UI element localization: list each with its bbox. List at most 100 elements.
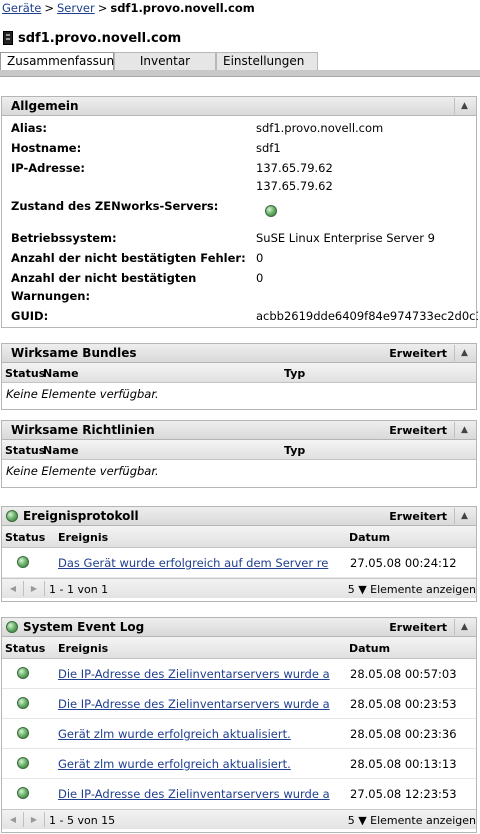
collapse-icon[interactable]: ▲︎ — [454, 508, 474, 524]
event-link[interactable]: Gerät zlm wurde erfolgreich aktualisiert… — [58, 727, 334, 741]
event-date: 28.05.08 00:23:36 — [350, 727, 457, 741]
collapse-icon[interactable]: ▲︎ — [454, 98, 474, 114]
guid-label: GUID: — [11, 309, 49, 323]
ip-value-2: 137.65.79.62 — [256, 179, 333, 193]
event-date: 27.05.08 00:24:12 — [350, 556, 457, 570]
event-link[interactable]: Die IP-Adresse des Zielinventarservers w… — [58, 667, 334, 681]
alias-label: Alias: — [11, 121, 47, 135]
breadcrumb: Geräte > Server > sdf1.provo.novell.com — [2, 1, 255, 15]
event-link[interactable]: Das Gerät wurde erfolgreich auf dem Serv… — [58, 556, 334, 570]
collapse-icon[interactable]: ▲︎ — [454, 619, 474, 635]
previous-page-icon[interactable]: ◀︎ — [7, 582, 19, 595]
erweitert-link[interactable]: Erweitert — [389, 510, 447, 523]
panel-title: Wirksame Richtlinien — [11, 423, 155, 437]
column-name[interactable]: Name — [43, 367, 79, 380]
tab-bar: Zusammenfassung Inventar Einstellungen — [0, 52, 318, 70]
status-ok-icon — [17, 757, 29, 769]
empty-message: Keine Elemente verfügbar. — [6, 387, 159, 401]
event-link[interactable]: Gerät zlm wurde erfolgreich aktualisiert… — [58, 757, 334, 771]
table-row: Die IP-Adresse des Zielinventarservers w… — [2, 659, 476, 689]
alias-value: sdf1.provo.novell.com — [256, 121, 384, 135]
column-ereignis[interactable]: Ereignis — [58, 642, 108, 655]
erweitert-link[interactable]: Erweitert — [389, 347, 447, 360]
collapse-icon[interactable]: ▲︎ — [454, 422, 474, 438]
table-row: Die IP-Adresse des Zielinventarservers w… — [2, 779, 476, 809]
column-status[interactable]: Status — [5, 642, 45, 655]
title-row: sdf1.provo.novell.com — [3, 29, 181, 47]
previous-page-icon[interactable]: ◀︎ — [7, 813, 19, 826]
server-status-icon — [265, 205, 277, 217]
panel-header: System Event Log Erweitert ▲︎ — [2, 618, 476, 637]
table-header: Status Ereignis Datum — [2, 526, 476, 548]
page-title: sdf1.provo.novell.com — [18, 30, 182, 46]
status-ok-icon — [17, 667, 29, 679]
event-date: 28.05.08 00:13:13 — [350, 757, 457, 771]
warnungen-label-line2: Warnungen: — [11, 289, 91, 303]
status-ok-icon — [17, 556, 29, 568]
column-status[interactable]: Status — [5, 367, 45, 380]
page-size-select[interactable]: 5 ▼ Elemente anzeigen — [348, 814, 476, 827]
table-header: Status Name Typ — [2, 440, 476, 460]
page-size-select[interactable]: 5 ▼ Elemente anzeigen — [348, 583, 476, 596]
panel-title: System Event Log — [23, 620, 145, 634]
table-header: Status Name Typ — [2, 363, 476, 383]
fehler-label: Anzahl der nicht bestätigten Fehler: — [11, 251, 246, 265]
tab-inventar[interactable]: Inventar — [114, 52, 216, 70]
ip-label: IP-Adresse: — [11, 161, 85, 175]
table-row: Gerät zlm wurde erfolgreich aktualisiert… — [2, 719, 476, 749]
event-date: 27.05.08 12:23:53 — [350, 787, 457, 801]
table-row: Das Gerät wurde erfolgreich auf dem Serv… — [2, 548, 476, 578]
table-row: Gerät zlm wurde erfolgreich aktualisiert… — [2, 749, 476, 779]
event-link[interactable]: Die IP-Adresse des Zielinventarservers w… — [58, 787, 334, 801]
panel-title: Allgemein — [11, 99, 79, 113]
empty-message: Keine Elemente verfügbar. — [6, 464, 159, 478]
guid-value: acbb2619dde6409f84e974733ec2d0c3 — [256, 309, 478, 323]
column-name[interactable]: Name — [43, 444, 79, 457]
panel-title: Ereignisprotokoll — [23, 509, 139, 523]
os-label: Betriebssystem: — [11, 231, 117, 245]
hostname-value: sdf1 — [256, 141, 281, 155]
column-typ[interactable]: Typ — [284, 444, 305, 457]
collapse-icon[interactable]: ▲︎ — [454, 345, 474, 361]
column-status[interactable]: Status — [5, 531, 45, 544]
breadcrumb-link-geraete[interactable]: Geräte — [2, 1, 41, 15]
pager-range: 1 - 5 von 15 — [49, 814, 116, 827]
panel-header: Wirksame Bundles Erweitert ▲︎ — [2, 344, 476, 363]
column-datum[interactable]: Datum — [349, 531, 390, 544]
status-ok-icon — [17, 697, 29, 709]
tab-einstellungen[interactable]: Einstellungen — [216, 52, 318, 70]
next-page-icon[interactable]: ▶︎ — [28, 582, 40, 595]
panel-header: Allgemein ▲︎ — [2, 97, 476, 116]
ip-value-1: 137.65.79.62 — [256, 161, 333, 175]
tab-underline — [0, 70, 480, 77]
panel-bundles: Wirksame Bundles Erweitert ▲︎ Status Nam… — [1, 343, 477, 410]
panel-richtlinien: Wirksame Richtlinien Erweitert ▲︎ Status… — [1, 420, 477, 488]
breadcrumb-link-server[interactable]: Server — [57, 1, 95, 15]
chevron-right-icon: > — [97, 1, 108, 15]
status-ok-icon — [6, 510, 18, 522]
event-date: 28.05.08 00:57:03 — [350, 667, 457, 681]
pager-range: 1 - 1 von 1 — [49, 583, 109, 596]
panel-header: Ereignisprotokoll Erweitert ▲︎ — [2, 507, 476, 526]
server-icon — [3, 31, 13, 45]
breadcrumb-current: sdf1.provo.novell.com — [110, 1, 255, 15]
tab-zusammenfassung[interactable]: Zusammenfassung — [0, 52, 122, 70]
warnungen-label-line1: Anzahl der nicht bestätigten — [11, 271, 197, 285]
erweitert-link[interactable]: Erweitert — [389, 621, 447, 634]
chevron-right-icon: > — [44, 1, 54, 15]
event-link[interactable]: Die IP-Adresse des Zielinventarservers w… — [58, 697, 334, 711]
erweitert-link[interactable]: Erweitert — [389, 424, 447, 437]
column-datum[interactable]: Datum — [349, 642, 390, 655]
warnungen-value: 0 — [256, 271, 264, 285]
column-ereignis[interactable]: Ereignis — [58, 531, 108, 544]
column-status[interactable]: Status — [5, 444, 45, 457]
panel-allgemein: Allgemein ▲︎ Alias: sdf1.provo.novell.co… — [1, 96, 478, 328]
next-page-icon[interactable]: ▶︎ — [28, 813, 40, 826]
table-header: Status Ereignis Datum — [2, 637, 476, 659]
column-typ[interactable]: Typ — [284, 367, 305, 380]
panel-ereignisprotokoll: Ereignisprotokoll Erweitert ▲︎ Status Er… — [1, 506, 477, 602]
pager: ◀︎ ▶︎ 1 - 5 von 15 5 ▼ Elemente anzeigen — [2, 809, 476, 829]
panel-header: Wirksame Richtlinien Erweitert ▲︎ — [2, 421, 476, 440]
status-ok-icon — [17, 727, 29, 739]
zustand-label: Zustand des ZENworks-Servers: — [11, 199, 219, 213]
